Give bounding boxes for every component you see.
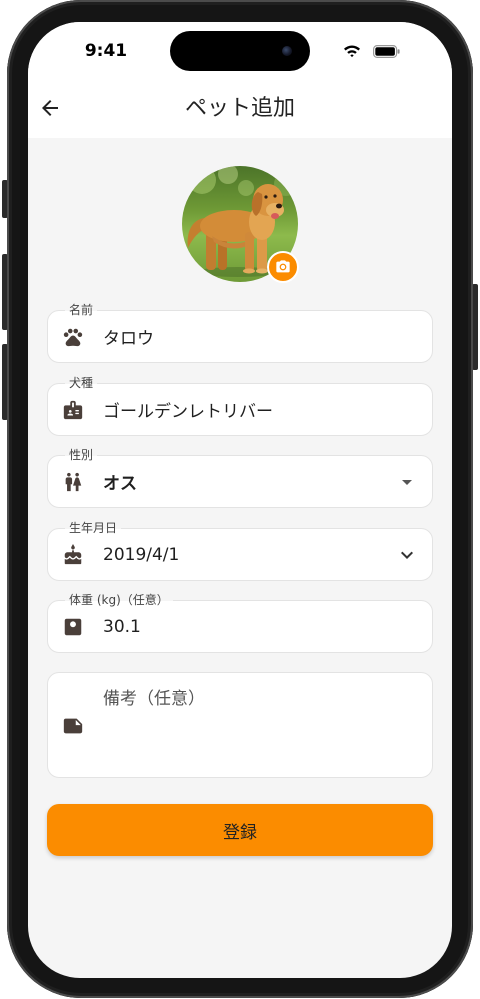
breed-label: 犬種 (65, 375, 98, 391)
camera-lens (282, 46, 292, 56)
notes-field[interactable] (47, 672, 433, 778)
weight-field[interactable]: 体重 (kg)（任意） (47, 592, 433, 653)
breed-input[interactable] (103, 384, 413, 435)
battery-icon (373, 45, 400, 58)
name-field[interactable]: 名前 (47, 302, 433, 363)
scale-icon (62, 616, 84, 638)
device-mockup: 9:41 ペット追加 名前 タロウ 犬種 ゴールデンレトリバー 性別 オス 生年… (0, 0, 480, 999)
cake-icon (62, 543, 84, 566)
wc-icon (62, 471, 84, 493)
submit-button[interactable]: 登録 (47, 804, 433, 856)
notes-input[interactable] (103, 688, 419, 768)
status-time: 9:41 (84, 41, 128, 61)
sex-dropdown[interactable]: 性別 オス (47, 447, 433, 508)
app-screen: 9:41 ペット追加 名前 タロウ 犬種 ゴールデンレトリバー 性別 オス 生年… (28, 22, 452, 978)
sex-value: オス (103, 474, 137, 494)
name-label: 名前 (65, 302, 98, 318)
camera-icon (275, 259, 291, 275)
phone-frame: 9:41 ペット追加 名前 タロウ 犬種 ゴールデンレトリバー 性別 オス 生年… (7, 0, 473, 998)
app-header: 9:41 ペット追加 (28, 22, 452, 138)
birthdate-field[interactable]: 生年月日 2019/4/1 (47, 520, 433, 581)
name-input[interactable] (103, 311, 413, 362)
note-icon (62, 715, 84, 737)
chevron-down-icon[interactable] (395, 543, 419, 567)
dynamic-island (170, 31, 310, 71)
birthdate-value: 2019/4/1 (103, 544, 180, 565)
weight-input[interactable] (103, 601, 413, 652)
breed-field[interactable]: 犬種 (47, 375, 433, 436)
change-photo-button[interactable] (267, 251, 299, 283)
sex-label: 性別 (65, 447, 98, 463)
wifi-icon (343, 44, 361, 58)
page-title: ペット追加 (184, 96, 295, 121)
dropdown-arrow-icon[interactable] (395, 470, 419, 494)
paw-icon (62, 326, 84, 348)
badge-icon (62, 399, 84, 421)
